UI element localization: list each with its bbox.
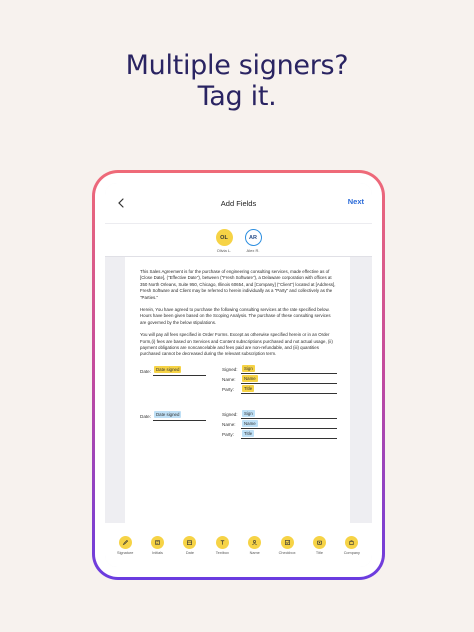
document-page: This Sales Agreement is for the purchase…: [125, 257, 350, 527]
company-icon: [345, 535, 359, 549]
tool-label: Textbox: [215, 550, 229, 555]
name-label: Name:: [222, 376, 236, 382]
document-paragraph: You will pay all fees specified in Order…: [140, 332, 333, 357]
tool-label: Name: [249, 550, 260, 555]
sign-field[interactable]: Sign: [242, 364, 255, 372]
tablet-bezel: Add Fields Next OL Olivia L. AR Alex R. …: [95, 173, 382, 577]
tool-company[interactable]: Company: [340, 535, 364, 555]
field-toolbar: Signature Initials Date Textbox Name Che…: [105, 523, 372, 567]
headline-line-1: Multiple signers?: [125, 50, 349, 81]
tool-checkbox[interactable]: Checkbox: [275, 535, 299, 555]
signer-olivia[interactable]: OL Olivia L.: [215, 229, 233, 256]
tool-title[interactable]: Title: [307, 535, 331, 555]
signed-line: [241, 417, 337, 419]
title-icon: [312, 535, 326, 549]
name-label: Name:: [222, 421, 236, 427]
avatar: OL: [215, 229, 233, 246]
initials-icon: [151, 535, 165, 549]
tool-label: Date: [185, 550, 194, 555]
tool-date[interactable]: Date: [178, 535, 202, 555]
party-label: Party:: [222, 386, 234, 392]
checkbox-icon: [280, 535, 294, 549]
tool-name[interactable]: Name: [243, 535, 267, 555]
tablet-device: Add Fields Next OL Olivia L. AR Alex R. …: [92, 170, 385, 580]
date-line: [153, 419, 206, 421]
nav-bar: Add Fields Next: [105, 183, 372, 223]
signer-name: Olivia L.: [216, 248, 232, 253]
tool-initials[interactable]: Initials: [146, 535, 170, 555]
signed-label: Signed:: [222, 411, 238, 417]
calendar-icon: [183, 535, 197, 549]
tool-textbox[interactable]: Textbox: [210, 535, 234, 555]
page-title: Add Fields: [220, 198, 257, 208]
date-signed-field[interactable]: Date signed: [154, 365, 182, 373]
signature-block-1: Date: Date signed Signed: Sign Name: Nam…: [140, 364, 337, 411]
next-button[interactable]: Next: [348, 197, 364, 206]
party-label: Party:: [222, 431, 234, 437]
signed-line: [241, 372, 337, 374]
person-icon: [248, 535, 262, 549]
app-screen: Add Fields Next OL Olivia L. AR Alex R. …: [105, 183, 372, 567]
headline: Multiple signers? Tag it.: [0, 50, 474, 112]
tool-signature[interactable]: Signature: [113, 535, 137, 555]
pen-icon: [118, 535, 132, 549]
chevron-left-icon: [118, 198, 124, 208]
date-label: Date:: [140, 368, 151, 374]
tool-label: Checkbox: [278, 550, 296, 555]
tool-label: Signature: [117, 550, 134, 555]
name-field[interactable]: Name: [242, 374, 258, 382]
signer-name: Alex R.: [246, 248, 260, 253]
name-line: [241, 427, 337, 429]
title-field[interactable]: Title: [242, 429, 255, 437]
party-line: [241, 392, 337, 394]
date-line: [153, 374, 206, 376]
title-field[interactable]: Title: [242, 384, 255, 392]
signature-block-2: Date: Date signed Signed: Sign Name: Nam…: [140, 409, 337, 456]
text-icon: [215, 535, 229, 549]
document-paragraph: Herein, You have agreed to purchase the …: [140, 307, 331, 325]
signed-label: Signed:: [222, 366, 238, 372]
avatar: AR: [244, 229, 262, 246]
signer-selector: OL Olivia L. AR Alex R.: [105, 223, 372, 257]
name-line: [241, 382, 337, 384]
back-button[interactable]: [113, 195, 129, 211]
sign-field[interactable]: Sign: [242, 409, 255, 417]
name-field[interactable]: Name: [242, 419, 258, 427]
document-paragraph: This Sales Agreement is for the purchase…: [140, 269, 336, 300]
tool-label: Company: [343, 550, 360, 555]
date-signed-field[interactable]: Date signed: [154, 410, 182, 418]
signer-alex[interactable]: AR Alex R.: [244, 229, 262, 256]
party-line: [241, 437, 337, 439]
headline-line-2: Tag it.: [197, 81, 277, 112]
tool-label: Title: [315, 550, 323, 555]
date-label: Date:: [140, 413, 151, 419]
tool-label: Initials: [152, 550, 163, 555]
